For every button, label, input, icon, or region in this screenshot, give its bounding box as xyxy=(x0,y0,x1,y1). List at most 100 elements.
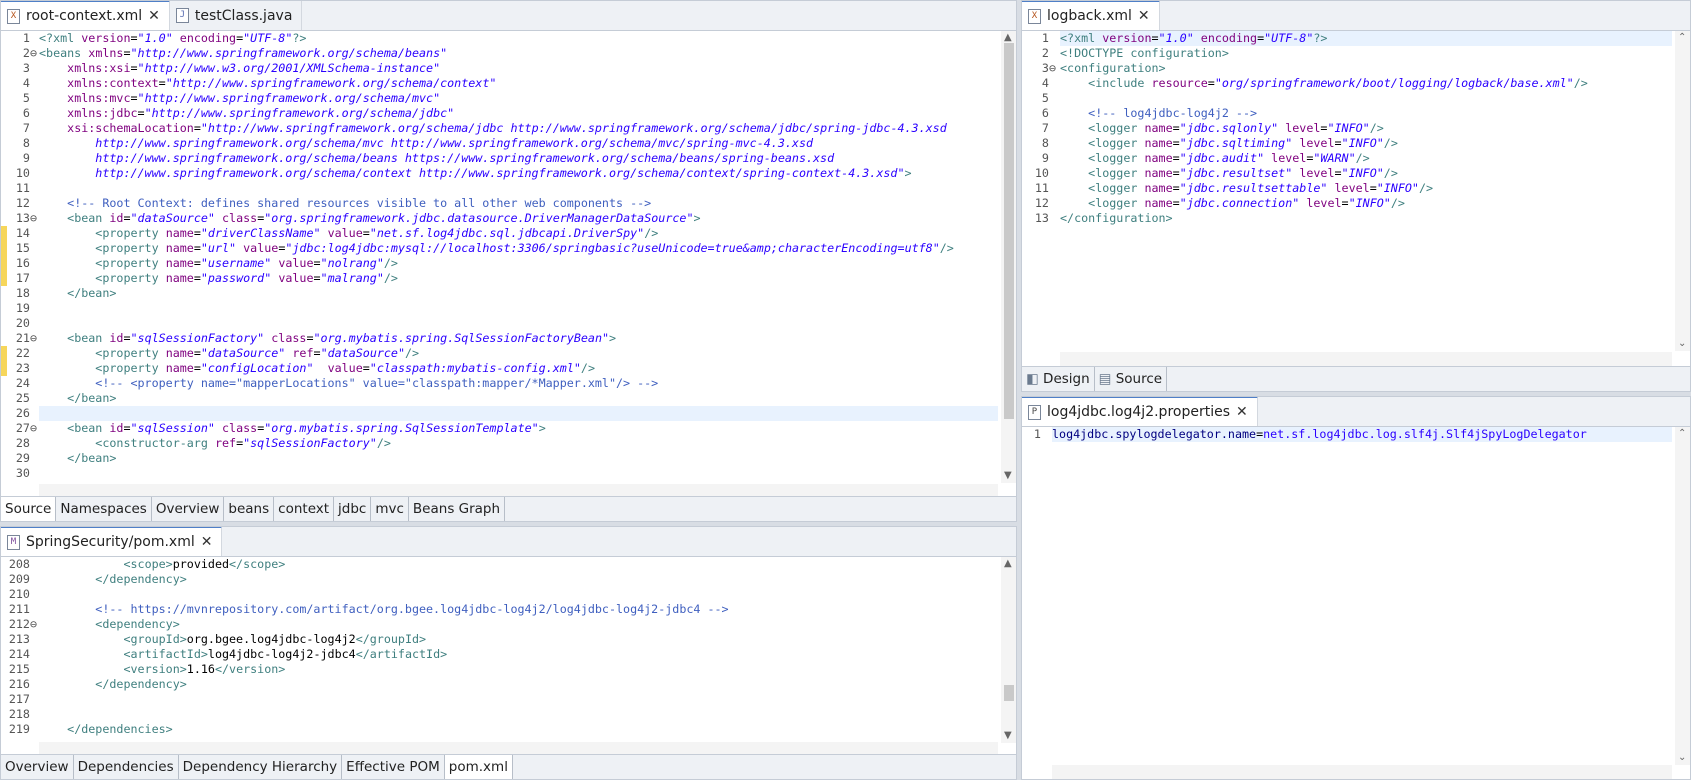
code-line[interactable]: <logger name="jdbc.resultsettable" level… xyxy=(1060,181,1672,196)
code-line[interactable]: <version>1.16</version> xyxy=(39,662,998,677)
code-text[interactable]: log4jdbc.spylogdelegator.name=net.sf.log… xyxy=(1052,427,1672,442)
page-tab-mvc[interactable]: mvc xyxy=(371,497,409,521)
code-line[interactable]: </bean> xyxy=(39,451,998,466)
code-line[interactable]: </dependency> xyxy=(39,677,998,692)
code-line[interactable]: </configuration> xyxy=(1060,211,1672,226)
code-line[interactable]: </bean> xyxy=(39,391,998,406)
code-line[interactable] xyxy=(39,316,998,331)
code-line[interactable] xyxy=(39,707,998,722)
code-line[interactable]: <?xml version="1.0" encoding="UTF-8"?> xyxy=(1060,31,1672,46)
code-line[interactable]: <constructor-arg ref="sqlSessionFactory"… xyxy=(39,436,998,451)
code-line[interactable]: http://www.springframework.org/schema/co… xyxy=(39,166,998,181)
code-line[interactable]: <property name="dataSource" ref="dataSou… xyxy=(39,346,998,361)
code-line[interactable] xyxy=(39,587,998,602)
code-line[interactable] xyxy=(39,406,998,421)
code-line[interactable]: xmlns:mvc="http://www.springframework.or… xyxy=(39,91,998,106)
code-line[interactable]: <logger name="jdbc.audit" level="WARN"/> xyxy=(1060,151,1672,166)
code-line[interactable]: <bean id="dataSource" class="org.springf… xyxy=(39,211,998,226)
code-line[interactable]: <!-- Root Context: defines shared resour… xyxy=(39,196,998,211)
code-line[interactable]: log4jdbc.spylogdelegator.name=net.sf.log… xyxy=(1052,427,1672,442)
horizontal-scrollbar[interactable] xyxy=(1052,765,1672,779)
scroll-down-arrow-icon[interactable]: ▼ xyxy=(1004,731,1012,741)
page-tab-design[interactable]: ◧ Design xyxy=(1022,367,1095,391)
code-line[interactable]: <property name="username" value="nolrang… xyxy=(39,256,998,271)
code-line[interactable]: <!-- https://mvnrepository.com/artifact/… xyxy=(39,602,998,617)
code-line[interactable]: xmlns:jdbc="http://www.springframework.o… xyxy=(39,106,998,121)
page-tab-beans[interactable]: beans xyxy=(224,497,275,521)
page-tab-source[interactable]: Source xyxy=(1,497,57,521)
close-tab-icon[interactable]: ✕ xyxy=(1138,9,1150,23)
code-line[interactable]: xmlns:context="http://www.springframewor… xyxy=(39,76,998,91)
code-line[interactable]: <property name="configLocation" value="c… xyxy=(39,361,998,376)
code-line[interactable]: </bean> xyxy=(39,286,998,301)
page-tab-overview[interactable]: Overview xyxy=(152,497,225,521)
code-line[interactable]: <beans xmlns="http://www.springframework… xyxy=(39,46,998,61)
code-line[interactable]: http://www.springframework.org/schema/mv… xyxy=(39,136,998,151)
code-text[interactable]: <scope>provided</scope> </dependency> <!… xyxy=(39,557,998,737)
page-tab-pom-xml[interactable]: pom.xml xyxy=(444,755,513,779)
editor-tab[interactable]: Xlogback.xml ✕ xyxy=(1022,1,1160,30)
code-line[interactable]: <bean id="sqlSessionFactory" class="org.… xyxy=(39,331,998,346)
scroll-up-arrow-icon[interactable]: ▲ xyxy=(1004,33,1012,43)
code-line[interactable] xyxy=(39,181,998,196)
page-tab-beans-graph[interactable]: Beans Graph xyxy=(409,497,506,521)
code-line[interactable]: </dependencies> xyxy=(39,722,998,737)
code-line[interactable]: <logger name="jdbc.resultset" level="INF… xyxy=(1060,166,1672,181)
scroll-down-arrow-icon[interactable]: ⌄ xyxy=(1678,339,1686,349)
code-line[interactable]: <!DOCTYPE configuration> xyxy=(1060,46,1672,61)
code-line[interactable]: <artifactId>log4jdbc-log4j2-jdbc4</artif… xyxy=(39,647,998,662)
editor-tab[interactable]: Xroot-context.xml ✕ xyxy=(1,1,170,30)
code-line[interactable]: <property name="password" value="malrang… xyxy=(39,271,998,286)
code-line[interactable]: <dependency> xyxy=(39,617,998,632)
editor-tab[interactable]: Plog4jdbc.log4j2.properties ✕ xyxy=(1022,397,1258,426)
close-tab-icon[interactable]: ✕ xyxy=(1236,405,1248,419)
code-line[interactable]: <configuration> xyxy=(1060,61,1672,76)
scroll-up-arrow-icon[interactable]: ▲ xyxy=(1004,559,1012,569)
close-tab-icon[interactable]: ✕ xyxy=(201,535,213,549)
code-line[interactable]: <scope>provided</scope> xyxy=(39,557,998,572)
page-tab-dependencies[interactable]: Dependencies xyxy=(74,755,179,779)
page-tab-source[interactable]: ▤ Source xyxy=(1095,367,1168,391)
vertical-scrollbar[interactable]: ⌃ ⌄ xyxy=(1675,427,1690,765)
scroll-down-arrow-icon[interactable]: ⌄ xyxy=(1678,753,1686,763)
code-line[interactable] xyxy=(39,466,998,481)
vertical-scrollbar[interactable]: ⌃ ⌄ xyxy=(1675,31,1690,351)
editor-tab[interactable]: M SpringSecurity/pom.xml ✕ xyxy=(1,527,223,556)
code-line[interactable]: <groupId>org.bgee.log4jdbc-log4j2</group… xyxy=(39,632,998,647)
scroll-down-arrow-icon[interactable]: ▼ xyxy=(1004,471,1012,481)
code-line[interactable]: <logger name="jdbc.sqlonly" level="INFO"… xyxy=(1060,121,1672,136)
code-line[interactable]: </dependency> xyxy=(39,572,998,587)
code-line[interactable]: <logger name="jdbc.connection" level="IN… xyxy=(1060,196,1672,211)
editor-content[interactable]: 1 2 3⊖ 4 5 6 7 8 9 10 11 12 13 <?xml vers… xyxy=(1022,31,1690,366)
code-line[interactable]: <bean id="sqlSession" class="org.mybatis… xyxy=(39,421,998,436)
vertical-scrollbar[interactable]: ▲ ▼ xyxy=(1001,557,1016,743)
scrollbar-thumb[interactable] xyxy=(1004,43,1014,419)
code-line[interactable] xyxy=(1060,91,1672,106)
code-line[interactable]: <logger name="jdbc.sqltiming" level="INF… xyxy=(1060,136,1672,151)
code-line[interactable]: <!-- log4jdbc-log4j2 --> xyxy=(1060,106,1672,121)
page-tab-context[interactable]: context xyxy=(274,497,335,521)
scrollbar-thumb[interactable] xyxy=(1004,685,1014,701)
code-line[interactable]: xsi:schemaLocation="http://www.springfra… xyxy=(39,121,998,136)
code-line[interactable]: <property name="url" value="jdbc:log4jdb… xyxy=(39,241,998,256)
scroll-up-arrow-icon[interactable]: ⌃ xyxy=(1678,33,1686,43)
vertical-scrollbar[interactable]: ▲ ▼ xyxy=(1001,31,1016,483)
code-line[interactable]: <?xml version="1.0" encoding="UTF-8"?> xyxy=(39,31,998,46)
code-line[interactable]: http://www.springframework.org/schema/be… xyxy=(39,151,998,166)
code-line[interactable]: <include resource="org/springframework/b… xyxy=(1060,76,1672,91)
code-text[interactable]: <?xml version="1.0" encoding="UTF-8"?> <!… xyxy=(1060,31,1672,226)
editor-content[interactable]: 1 2⊖ 3 4 5 6 7 8 9 10 11 12 13⊖ 14 15 16 1… xyxy=(1,31,1016,498)
scroll-up-arrow-icon[interactable]: ⌃ xyxy=(1678,429,1686,439)
close-tab-icon[interactable]: ✕ xyxy=(148,9,160,23)
code-line[interactable] xyxy=(39,692,998,707)
page-tab-overview[interactable]: Overview xyxy=(1,755,74,779)
code-line[interactable]: <!-- <property name="mapperLocations" va… xyxy=(39,376,998,391)
editor-tab[interactable]: JtestClass.java xyxy=(170,1,303,30)
code-text[interactable]: <?xml version="1.0" encoding="UTF-8"?> <b… xyxy=(39,31,998,481)
page-tab-effective-pom[interactable]: Effective POM xyxy=(342,755,445,779)
page-tab-dependency-hierarchy[interactable]: Dependency Hierarchy xyxy=(179,755,343,779)
editor-content[interactable]: 1 log4jdbc.spylogdelegator.name=net.sf.l… xyxy=(1022,427,1690,779)
editor-content[interactable]: 208 209 210 211 212⊖ 213 214 215 216 217 … xyxy=(1,557,1016,756)
page-tab-jdbc[interactable]: jdbc xyxy=(334,497,372,521)
horizontal-scrollbar[interactable] xyxy=(1060,352,1672,366)
